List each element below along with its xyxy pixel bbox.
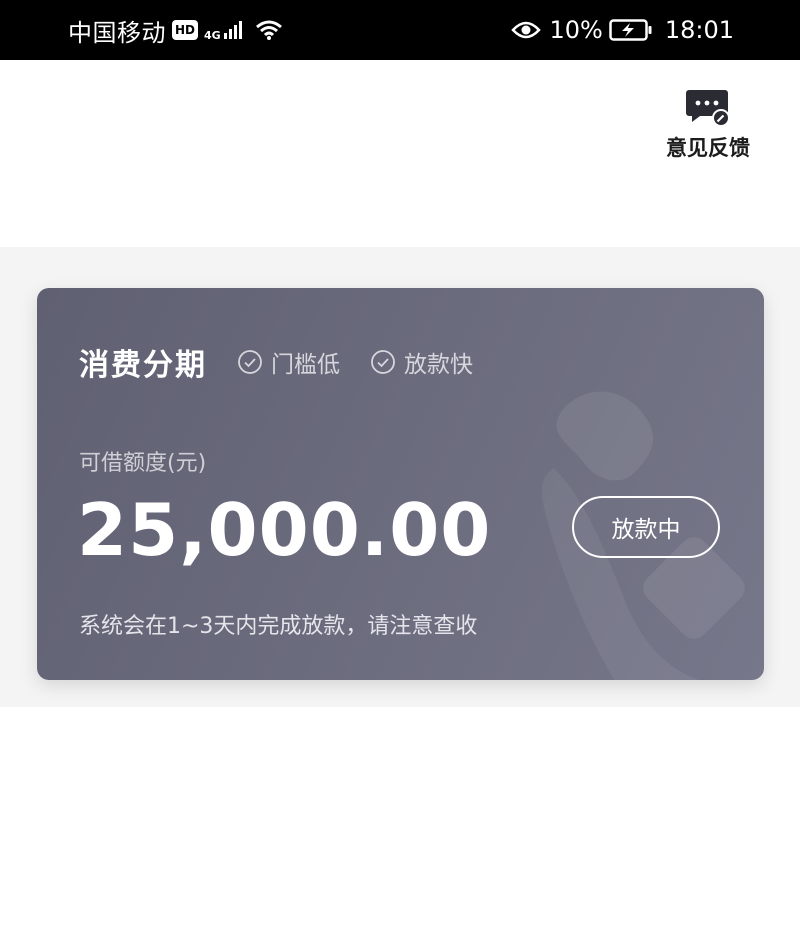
carrier-name: 中国移动 [68,18,166,47]
credit-limit-label: 可借额度(元) [79,451,207,476]
card-title-row: 消费分期 门槛低 放款快 [79,340,473,384]
tag-label: 放款快 [404,352,473,378]
status-bar: 中国移动 HD 4G 10% 18:01 [0,0,800,60]
wifi-icon [255,19,283,41]
status-bar-right: 10% 18:01 [511,16,734,44]
feedback-chat-icon [686,88,730,128]
network-type: 4G [204,28,221,42]
status-bar-left: 中国移动 HD 4G [68,13,283,48]
tag-low-threshold: 门槛低 [237,345,340,379]
battery-charging-icon [609,18,653,42]
card-title: 消费分期 [79,348,207,383]
tag-fast-loan: 放款快 [370,345,473,379]
credit-limit-amount: 25,000.00 [77,488,492,572]
check-circle-icon [237,349,263,375]
loan-status-button[interactable]: 放款中 [572,496,720,558]
battery-percent: 10% [549,16,603,44]
loan-card: 消费分期 门槛低 放款快 可借额度(元) 25,000.00 放款中 系统会在1… [37,288,764,680]
disbursement-note: 系统会在1~3天内完成放款，请注意查收 [79,614,478,639]
clock-time: 18:01 [664,16,734,44]
hd-badge: HD [172,20,198,40]
tag-label: 门槛低 [271,352,340,378]
eye-icon [511,20,542,40]
feedback-label: 意见反馈 [666,136,750,160]
check-circle-icon [370,349,396,375]
signal-icon [223,20,245,40]
feedback-button[interactable]: 意见反馈 [661,88,755,162]
